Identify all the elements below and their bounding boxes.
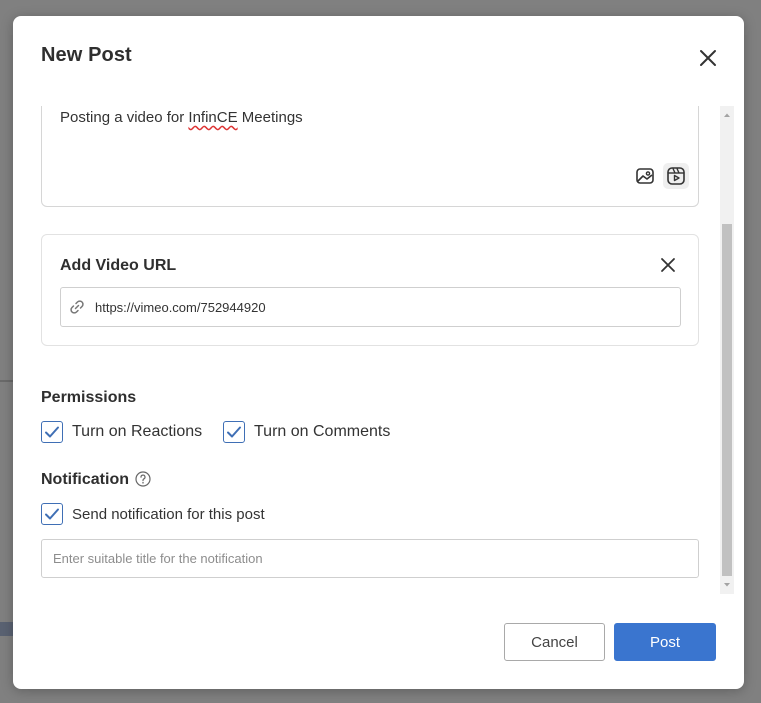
video-url-field[interactable] <box>60 287 681 327</box>
help-icon[interactable] <box>135 471 151 487</box>
send-notification-checkbox[interactable] <box>41 503 63 525</box>
scroll-up-arrow-icon[interactable] <box>720 108 734 122</box>
link-icon <box>69 299 85 315</box>
background-block <box>0 622 13 636</box>
send-notification-option[interactable]: Send notification for this post <box>41 503 265 525</box>
video-url-input[interactable] <box>95 288 675 326</box>
send-notification-label: Send notification for this post <box>72 505 265 523</box>
comments-label: Turn on Comments <box>254 423 391 440</box>
modal-scrollbar[interactable] <box>720 106 734 594</box>
checkmark-icon <box>45 508 59 520</box>
modal-body-scroll-area[interactable]: Posting a video for InfinCE Meetings Add… <box>41 106 699 594</box>
close-icon[interactable] <box>698 48 718 68</box>
reactions-checkbox[interactable] <box>41 421 63 443</box>
scrollbar-thumb[interactable] <box>722 224 732 576</box>
post-text-start: Posting a video for <box>60 109 189 126</box>
image-upload-icon[interactable] <box>632 163 658 189</box>
video-card-title: Add Video URL <box>60 257 177 274</box>
permissions-heading: Permissions <box>41 389 137 406</box>
notification-title-input[interactable] <box>41 539 699 578</box>
background-divider <box>0 380 13 382</box>
post-text[interactable]: Posting a video for InfinCE Meetings <box>60 109 303 126</box>
video-upload-icon[interactable] <box>663 163 689 189</box>
post-button[interactable]: Post <box>614 623 716 661</box>
checkmark-icon <box>227 426 241 438</box>
new-post-modal: New Post Posting a video for InfinCE Mee… <box>13 16 744 689</box>
reactions-label: Turn on Reactions <box>72 423 203 440</box>
remove-video-close-icon[interactable] <box>660 257 676 273</box>
comments-option[interactable]: Turn on Comments <box>223 421 390 443</box>
cancel-button[interactable]: Cancel <box>504 623 605 661</box>
post-text-end: Meetings <box>237 109 303 126</box>
add-video-url-card: Add Video URL <box>41 234 699 346</box>
modal-title: New Post <box>41 44 132 66</box>
post-text-box[interactable]: Posting a video for InfinCE Meetings <box>41 106 699 207</box>
comments-checkbox[interactable] <box>223 421 245 443</box>
notification-heading: Notification <box>41 471 129 488</box>
checkmark-icon <box>45 426 59 438</box>
scroll-down-arrow-icon[interactable] <box>720 578 734 592</box>
post-text-misspelled-word: InfinCE <box>188 109 238 126</box>
reactions-option[interactable]: Turn on Reactions <box>41 421 202 443</box>
